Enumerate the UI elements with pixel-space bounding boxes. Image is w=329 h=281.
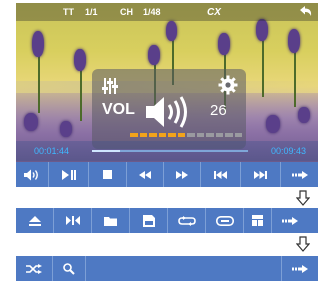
repeat-button[interactable] xyxy=(168,208,206,233)
sd-card-icon xyxy=(142,214,155,227)
eject-icon xyxy=(28,215,41,226)
progress-bar[interactable]: 00:01:44 00:09:43 xyxy=(16,141,318,161)
more-arrow-icon xyxy=(292,264,308,273)
arrow-down-icon xyxy=(296,190,310,206)
volume-button[interactable] xyxy=(16,162,49,187)
search-button[interactable] xyxy=(53,256,86,281)
fast-forward-button[interactable] xyxy=(164,162,201,187)
volume-value: 26 xyxy=(210,102,227,119)
stop-button[interactable] xyxy=(89,162,127,187)
more-button[interactable] xyxy=(281,162,318,187)
folder-button[interactable] xyxy=(92,208,130,233)
windows-icon xyxy=(252,215,263,226)
function-controls-row xyxy=(16,208,318,233)
chapter-label: CH xyxy=(120,7,133,17)
title-label: TT xyxy=(63,7,74,17)
rewind-button[interactable] xyxy=(127,162,164,187)
repeat-icon xyxy=(177,215,196,226)
previous-button[interactable] xyxy=(201,162,241,187)
back-icon[interactable] xyxy=(296,4,314,20)
current-time: 00:01:44 xyxy=(34,146,70,156)
stop-icon xyxy=(103,170,112,179)
volume-label: VOL xyxy=(102,101,135,118)
subtitle-button[interactable] xyxy=(206,208,244,233)
format-label: CX xyxy=(207,7,221,18)
shuffle-button[interactable] xyxy=(16,256,53,281)
display-mode-button[interactable] xyxy=(244,208,272,233)
next-icon xyxy=(254,170,267,179)
total-time: 00:09:43 xyxy=(270,146,306,156)
speaker-icon xyxy=(146,96,187,128)
equalizer-icon[interactable] xyxy=(102,77,118,95)
next-button[interactable] xyxy=(241,162,281,187)
progress-track[interactable] xyxy=(92,150,248,152)
aspect-icon xyxy=(65,216,80,225)
empty-slot xyxy=(86,256,282,281)
aspect-button[interactable] xyxy=(54,208,92,233)
more-arrow-icon xyxy=(291,170,308,179)
subtitle-icon xyxy=(215,215,234,226)
folder-icon xyxy=(104,216,117,226)
fast-forward-icon xyxy=(176,170,188,179)
arrow-down-icon xyxy=(296,236,310,252)
eject-button[interactable] xyxy=(16,208,54,233)
more-button-2[interactable] xyxy=(272,208,308,233)
volume-icon xyxy=(24,169,38,180)
more-button-3[interactable] xyxy=(282,256,318,281)
search-icon xyxy=(63,262,75,275)
previous-icon xyxy=(214,170,227,179)
more-arrow-icon xyxy=(282,216,298,225)
status-bar: TT 1/1 CH 1/48 CX xyxy=(16,3,318,21)
play-pause-icon xyxy=(61,169,76,180)
playback-controls-row xyxy=(16,162,318,187)
shuffle-icon xyxy=(26,263,42,274)
play-pause-button[interactable] xyxy=(49,162,89,187)
volume-overlay: VOL 26 xyxy=(92,69,246,149)
chapter-value: 1/48 xyxy=(143,7,161,17)
gear-icon[interactable] xyxy=(218,75,238,95)
sd-card-button[interactable] xyxy=(130,208,168,233)
progress-fill xyxy=(92,150,121,152)
rewind-icon xyxy=(139,170,151,179)
volume-level-bar[interactable] xyxy=(130,133,242,137)
video-screen[interactable]: TT 1/1 CH 1/48 CX VOL 26 xyxy=(16,3,318,163)
title-value: 1/1 xyxy=(85,7,98,17)
extra-controls-row xyxy=(16,256,318,281)
